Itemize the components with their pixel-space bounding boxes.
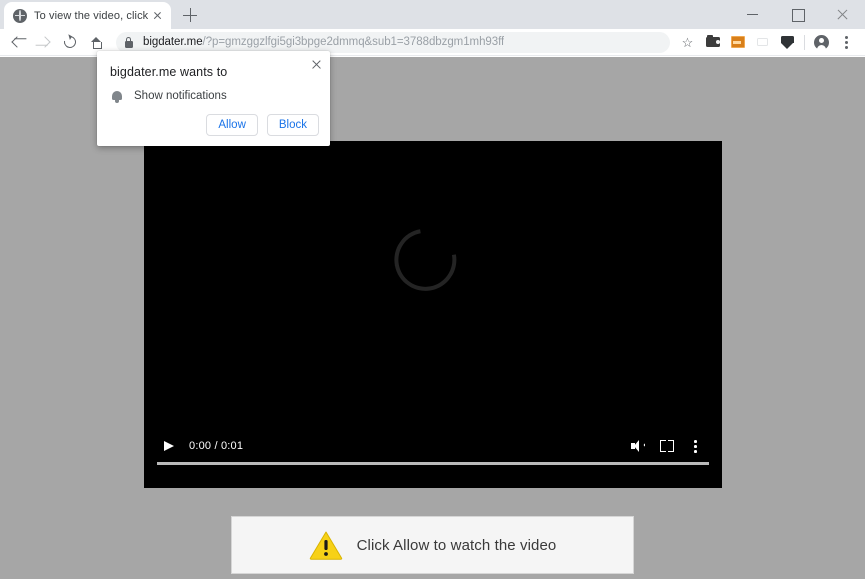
video-time-display: 0:00 / 0:01 <box>189 440 244 452</box>
volume-icon[interactable] <box>625 435 653 457</box>
instruction-banner: Click Allow to watch the video <box>231 516 634 574</box>
forward-button[interactable] <box>32 30 56 54</box>
bookmark-star-icon[interactable]: ☆ <box>675 30 700 54</box>
toolbar-divider <box>804 34 805 50</box>
orange-extension-icon[interactable] <box>725 30 750 54</box>
url-path: /?p=gmzggzlfgi5gi3bpge2dmmq&sub1=3788dbz… <box>202 36 505 48</box>
three-dot-menu-icon[interactable] <box>834 30 859 54</box>
arrow-right-icon <box>39 36 51 48</box>
browser-tab[interactable]: To view the video, click the Allow <box>4 2 171 29</box>
fullscreen-icon[interactable] <box>653 435 681 457</box>
arrow-left-icon <box>11 36 23 48</box>
maximize-icon[interactable] <box>775 0 820 29</box>
window-close-icon[interactable] <box>820 0 865 29</box>
play-icon[interactable] <box>157 435 179 457</box>
video-controls: 0:00 / 0:01 <box>144 428 722 488</box>
reload-button[interactable] <box>58 30 82 54</box>
camera-extension-icon[interactable] <box>700 30 725 54</box>
new-tab-button[interactable] <box>177 2 203 28</box>
tab-strip: To view the video, click the Allow <box>0 0 865 29</box>
dialog-buttons: Allow Block <box>206 114 319 136</box>
shield-extension-icon[interactable] <box>775 30 800 54</box>
video-progress-bar[interactable] <box>157 462 709 465</box>
window-controls <box>730 0 865 29</box>
video-player[interactable]: 0:00 / 0:01 <box>144 141 722 488</box>
tab-close-icon[interactable] <box>150 8 165 23</box>
url-text: bigdater.me/?p=gmzggzlfgi5gi3bpge2dmmq&s… <box>143 36 504 48</box>
dialog-close-icon[interactable] <box>309 57 324 72</box>
permission-label: Show notifications <box>134 90 227 102</box>
url-host: bigdater.me <box>143 36 203 48</box>
loading-spinner-icon <box>382 216 469 303</box>
reload-icon <box>61 33 79 51</box>
browser-window: To view the video, click the Allow <box>0 0 865 579</box>
block-button[interactable]: Block <box>266 114 319 136</box>
avatar-icon[interactable] <box>809 30 834 54</box>
warning-triangle-icon <box>309 530 343 560</box>
lock-icon[interactable] <box>119 33 138 52</box>
bell-icon <box>110 89 124 103</box>
toolbar-icons: ☆ <box>675 30 859 54</box>
globe-icon <box>13 8 27 23</box>
address-bar[interactable]: bigdater.me/?p=gmzggzlfgi5gi3bpge2dmmq&s… <box>116 31 670 53</box>
notification-permission-dialog: bigdater.me wants to Show notifications … <box>97 51 330 146</box>
video-more-menu-icon[interactable] <box>681 435 709 457</box>
dialog-title: bigdater.me wants to <box>110 65 228 79</box>
back-button[interactable] <box>6 30 30 54</box>
home-icon <box>90 36 102 49</box>
banner-text: Click Allow to watch the video <box>356 536 557 554</box>
permission-row: Show notifications <box>110 89 227 103</box>
grey-square-extension-icon[interactable] <box>750 30 775 54</box>
tab-title: To view the video, click the Allow <box>34 9 148 22</box>
allow-button[interactable]: Allow <box>206 114 258 136</box>
minimize-icon[interactable] <box>730 0 775 29</box>
